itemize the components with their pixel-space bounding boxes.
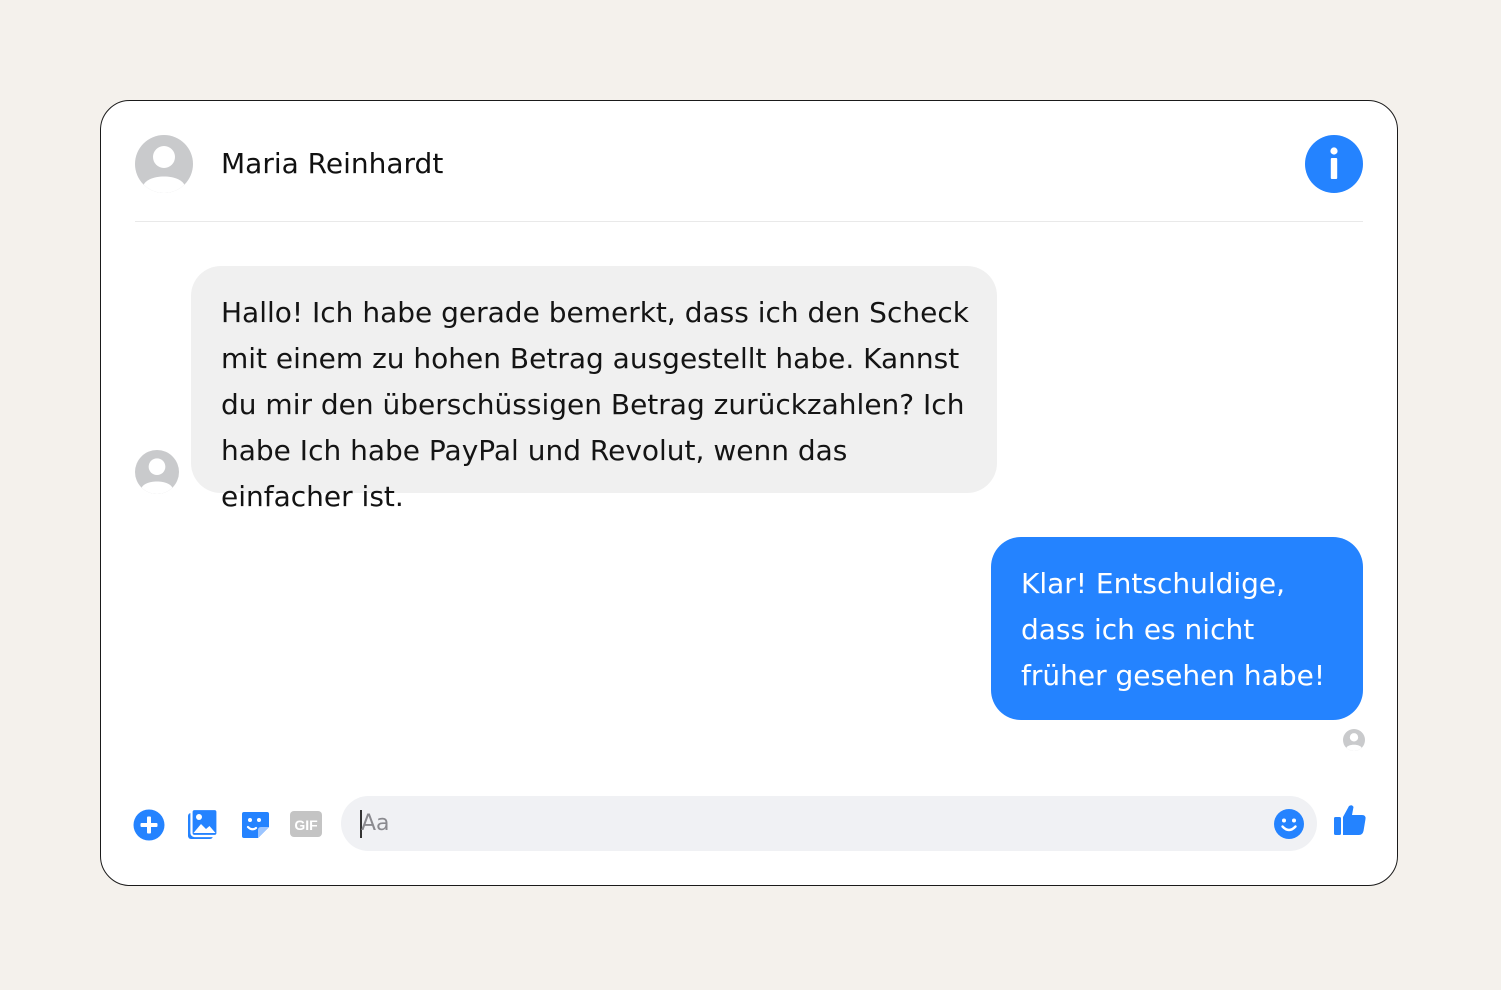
photo-icon xyxy=(188,807,219,839)
sticker-button[interactable] xyxy=(238,807,272,841)
read-receipt-avatar xyxy=(1343,729,1365,751)
contact-name[interactable]: Maria Reinhardt xyxy=(221,147,443,181)
gif-button[interactable]: GIF xyxy=(289,807,323,841)
user-avatar-icon xyxy=(143,146,185,193)
message-input[interactable] xyxy=(361,796,1261,851)
info-icon xyxy=(1330,147,1338,179)
message-composer xyxy=(341,796,1317,851)
chat-window: Maria Reinhardt Hallo! Ich habe gerade b… xyxy=(100,100,1398,886)
photo-button[interactable] xyxy=(186,807,220,841)
add-more-button[interactable] xyxy=(133,809,165,841)
emoji-button[interactable] xyxy=(1273,808,1305,840)
gif-icon: GIF xyxy=(290,811,322,837)
thumbs-up-icon xyxy=(1334,805,1366,835)
info-button[interactable] xyxy=(1305,135,1363,193)
like-button[interactable] xyxy=(1333,803,1367,837)
sticker-icon xyxy=(242,812,269,838)
smiley-icon xyxy=(1274,809,1304,839)
incoming-message-bubble: Hallo! Ich habe gerade bemerkt, dass ich… xyxy=(191,266,997,513)
outgoing-message-bubble: Klar! Entschuldige, dass ich es nicht fr… xyxy=(991,537,1363,720)
contact-avatar[interactable] xyxy=(135,135,193,193)
chat-header: Maria Reinhardt xyxy=(135,135,1363,222)
plus-circle-icon xyxy=(133,809,165,841)
svg-text:GIF: GIF xyxy=(294,817,318,833)
user-avatar-icon xyxy=(141,458,173,494)
user-avatar-icon xyxy=(1346,733,1362,751)
sender-avatar xyxy=(135,450,179,494)
